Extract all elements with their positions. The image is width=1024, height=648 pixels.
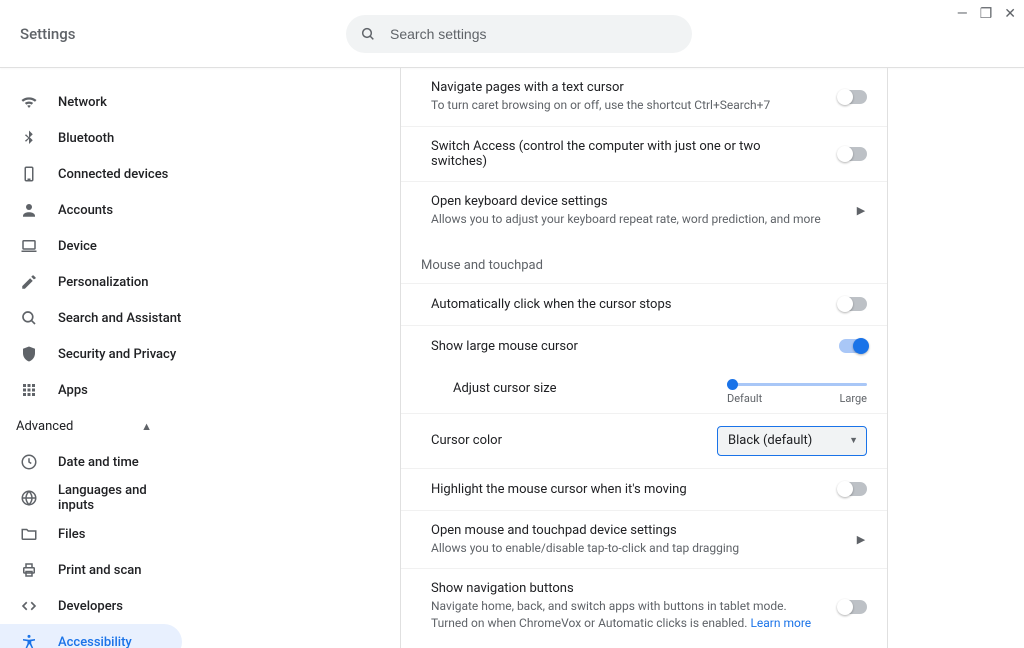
chevron-down-icon: ▼ xyxy=(849,435,858,446)
toggle-large-cursor[interactable] xyxy=(839,339,867,353)
toggle-caret-browsing[interactable] xyxy=(839,90,867,104)
sidebar-item-label: Date and time xyxy=(58,455,139,470)
row-autoclick: Automatically click when the cursor stop… xyxy=(401,283,887,325)
shield-icon xyxy=(20,345,40,363)
sidebar-item-network[interactable]: Network xyxy=(0,84,182,120)
row-title: Open keyboard device settings xyxy=(431,194,835,209)
row-keyboard-settings[interactable]: Open keyboard device settings Allows you… xyxy=(401,181,887,240)
row-subtitle: Navigate home, back, and switch apps wit… xyxy=(431,598,819,632)
chevron-up-icon: ▲ xyxy=(141,420,152,433)
sidebar-item-label: Apps xyxy=(58,383,88,398)
sidebar-item-label: Accessibility xyxy=(58,635,132,648)
sidebar-item-bluetooth[interactable]: Bluetooth xyxy=(0,120,182,156)
sidebar-item-security-privacy[interactable]: Security and Privacy xyxy=(0,336,182,372)
dropdown-value: Black (default) xyxy=(728,433,812,448)
search-box[interactable] xyxy=(346,15,692,53)
sidebar-item-label: Bluetooth xyxy=(58,131,114,146)
sidebar-item-label: Files xyxy=(58,527,85,542)
row-subtitle: Allows you to enable/disable tap-to-clic… xyxy=(431,540,835,557)
header: Settings xyxy=(0,0,1024,68)
sidebar-item-languages-inputs[interactable]: Languages and inputs xyxy=(0,480,182,516)
sidebar-item-label: Device xyxy=(58,239,97,254)
chevron-right-icon: ▶ xyxy=(855,533,867,546)
sidebar-item-print-scan[interactable]: Print and scan xyxy=(0,552,182,588)
toggle-nav-buttons[interactable] xyxy=(839,600,867,614)
row-title: Cursor color xyxy=(431,433,697,448)
chevron-right-icon: ▶ xyxy=(855,204,867,217)
sidebar-item-label: Accounts xyxy=(58,203,113,218)
row-cursor-color: Cursor color Black (default) ▼ xyxy=(401,413,887,468)
nav-buttons-sub-text: Navigate home, back, and switch apps wit… xyxy=(431,599,787,630)
sidebar-item-accounts[interactable]: Accounts xyxy=(0,192,182,228)
globe-icon xyxy=(20,489,40,507)
cursor-size-slider[interactable] xyxy=(727,383,867,386)
content-area: Navigate pages with a text cursor To tur… xyxy=(272,68,1024,648)
sidebar-item-files[interactable]: Files xyxy=(0,516,182,552)
pencil-icon xyxy=(20,273,40,291)
row-title: Show large mouse cursor xyxy=(431,339,819,354)
learn-more-link[interactable]: Learn more xyxy=(750,616,811,630)
page-title: Settings xyxy=(20,25,76,43)
sidebar-item-label: Security and Privacy xyxy=(58,347,176,362)
advanced-label: Advanced xyxy=(16,419,73,434)
toggle-highlight-cursor[interactable] xyxy=(839,482,867,496)
row-highlight-cursor: Highlight the mouse cursor when it's mov… xyxy=(401,468,887,510)
person-icon xyxy=(20,201,40,219)
toggle-autoclick[interactable] xyxy=(839,297,867,311)
laptop-icon xyxy=(20,237,40,255)
sidebar-item-label: Developers xyxy=(58,599,123,614)
search-icon xyxy=(360,26,376,42)
row-caret-browsing: Navigate pages with a text cursor To tur… xyxy=(401,68,887,126)
sidebar-item-date-time[interactable]: Date and time xyxy=(0,444,182,480)
sidebar-item-developers[interactable]: Developers xyxy=(0,588,182,624)
sidebar-item-label: Personalization xyxy=(58,275,149,290)
code-icon xyxy=(20,597,40,615)
accessibility-icon xyxy=(20,633,40,648)
toggle-switch-access[interactable] xyxy=(839,147,867,161)
row-title: Switch Access (control the computer with… xyxy=(431,139,819,169)
sidebar-item-search-assistant[interactable]: Search and Assistant xyxy=(0,300,182,336)
sidebar-item-label: Languages and inputs xyxy=(58,483,182,513)
sidebar-item-device[interactable]: Device xyxy=(0,228,182,264)
sidebar: Network Bluetooth Connected devices Acco… xyxy=(0,68,272,648)
slider-max-label: Large xyxy=(839,392,867,405)
sidebar-item-label: Network xyxy=(58,95,107,110)
cursor-color-dropdown[interactable]: Black (default) ▼ xyxy=(717,426,867,456)
slider-thumb[interactable] xyxy=(727,379,738,390)
sidebar-advanced-toggle[interactable]: Advanced ▲ xyxy=(0,408,172,444)
apps-grid-icon xyxy=(20,381,40,399)
slider-min-label: Default xyxy=(727,392,762,405)
row-mouse-settings[interactable]: Open mouse and touchpad device settings … xyxy=(401,510,887,569)
sidebar-item-apps[interactable]: Apps xyxy=(0,372,182,408)
clock-icon xyxy=(20,453,40,471)
section-mouse-heading: Mouse and touchpad xyxy=(401,240,887,283)
row-switch-access: Switch Access (control the computer with… xyxy=(401,126,887,181)
folder-icon xyxy=(20,525,40,543)
row-title: Automatically click when the cursor stop… xyxy=(431,297,819,312)
search-input[interactable] xyxy=(390,26,678,42)
row-title: Open mouse and touchpad device settings xyxy=(431,523,835,538)
bluetooth-icon xyxy=(20,129,40,147)
phone-icon xyxy=(20,165,40,183)
row-title: Highlight the mouse cursor when it's mov… xyxy=(431,482,819,497)
section-audio-heading: Audio and captions xyxy=(401,644,887,648)
row-cursor-size: Adjust cursor size Default Large xyxy=(401,367,887,413)
sidebar-item-label: Print and scan xyxy=(58,563,142,578)
row-title: Show navigation buttons xyxy=(431,581,819,596)
sidebar-item-connected-devices[interactable]: Connected devices xyxy=(0,156,182,192)
slider-label: Adjust cursor size xyxy=(453,379,557,396)
sidebar-item-accessibility[interactable]: Accessibility xyxy=(0,624,182,648)
row-nav-buttons: Show navigation buttons Navigate home, b… xyxy=(401,568,887,644)
row-large-cursor: Show large mouse cursor xyxy=(401,325,887,367)
row-subtitle: Allows you to adjust your keyboard repea… xyxy=(431,211,835,228)
sidebar-item-label: Search and Assistant xyxy=(58,311,181,326)
sidebar-item-label: Connected devices xyxy=(58,167,168,182)
wifi-icon xyxy=(20,93,40,111)
sidebar-item-personalization[interactable]: Personalization xyxy=(0,264,182,300)
row-subtitle: To turn caret browsing on or off, use th… xyxy=(431,97,819,114)
printer-icon xyxy=(20,561,40,579)
row-title: Navigate pages with a text cursor xyxy=(431,80,819,95)
search-icon xyxy=(20,309,40,327)
